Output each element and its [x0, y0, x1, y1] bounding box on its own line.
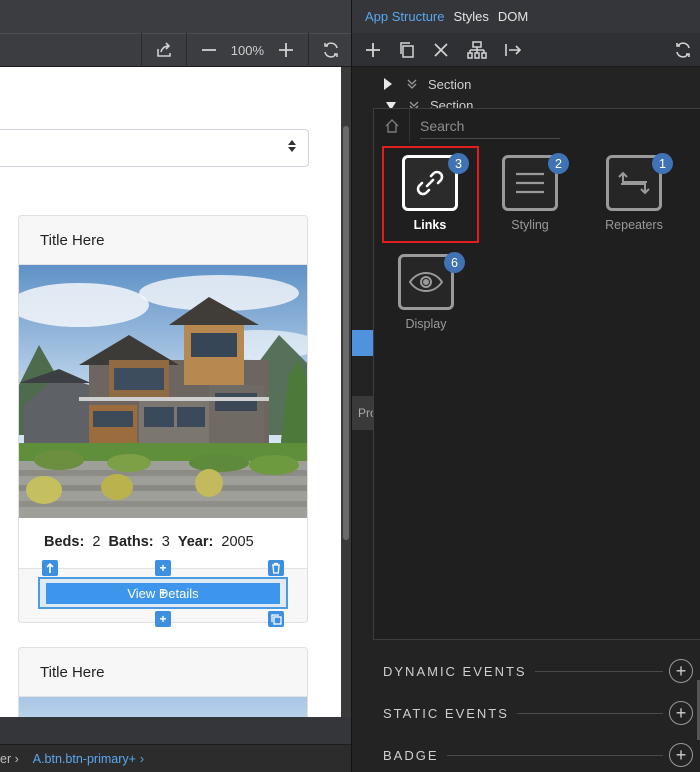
home-button[interactable] — [374, 109, 410, 143]
share-button[interactable] — [152, 38, 176, 62]
close-icon — [434, 43, 448, 57]
left-top-strip — [0, 0, 351, 33]
divider — [446, 754, 663, 756]
year-value: 2005 — [221, 534, 254, 550]
count-badge: 2 — [548, 153, 569, 174]
category-picker-popup: Links 3 Styling 2 Repeaters 1 — [373, 108, 700, 640]
plus-icon — [279, 43, 293, 57]
insert-above-handle[interactable]: + — [155, 560, 171, 576]
year-label: Year: — [177, 534, 214, 550]
arrow-right-bar-icon — [505, 44, 522, 56]
house-image — [19, 265, 307, 518]
hierarchy-icon — [467, 41, 487, 59]
copy-button[interactable] — [395, 38, 419, 62]
plus-icon: + — [159, 561, 167, 575]
section-title: DYNAMIC EVENTS — [383, 663, 527, 679]
tab-dom[interactable]: DOM — [498, 9, 528, 24]
properties-tab-stub[interactable]: Pro — [352, 396, 377, 430]
panel-tabs: App Structure Styles DOM — [352, 0, 700, 33]
toolbar-divider — [308, 33, 309, 67]
toolbar-divider — [185, 33, 187, 67]
category-label: Links — [413, 218, 447, 232]
section-title: BADGE — [383, 747, 439, 763]
move-to-button[interactable] — [501, 38, 525, 62]
baths-value: 3 — [161, 534, 170, 550]
selected-row-marker — [352, 330, 373, 356]
trash-icon — [272, 562, 280, 574]
divider — [534, 670, 663, 672]
breadcrumb-next[interactable]: › — [140, 752, 144, 766]
tab-app-structure[interactable]: App Structure — [365, 9, 445, 24]
copy-icon — [400, 42, 414, 58]
refresh-icon — [676, 42, 690, 58]
tree-item-label: Section — [428, 76, 472, 92]
breadcrumb-parent[interactable]: er › — [0, 752, 19, 766]
insert-inside-handle[interactable]: + — [155, 585, 171, 601]
section-badge[interactable]: BADGE + — [352, 734, 700, 772]
delete-button[interactable] — [429, 38, 453, 62]
plus-icon: + — [159, 612, 167, 626]
app-window: 100% Title Here Beds: 2 Baths: 3 Year: 2… — [0, 0, 700, 772]
count-badge: 6 — [444, 252, 465, 273]
section-static-events[interactable]: STATIC EVENTS + — [352, 692, 700, 734]
zoom-in-button[interactable] — [274, 38, 298, 62]
canvas-toolbar: 100% — [0, 33, 351, 67]
refresh-button[interactable] — [319, 38, 343, 62]
select-parent-handle[interactable] — [42, 560, 58, 576]
refresh-button[interactable] — [671, 38, 695, 62]
divider — [516, 712, 663, 714]
section-title: STATIC EVENTS — [383, 705, 509, 721]
hierarchy-button[interactable] — [465, 38, 489, 62]
category-styling[interactable]: Styling 2 — [480, 153, 580, 251]
copy-icon — [270, 613, 282, 625]
caret-right-icon[interactable] — [384, 78, 392, 90]
add-circle-icon[interactable]: + — [669, 701, 693, 725]
insert-below-handle[interactable]: + — [155, 611, 171, 627]
card-title: Title Here — [19, 648, 307, 697]
house-image — [19, 697, 307, 717]
tab-styles[interactable]: Styles — [454, 9, 489, 24]
card-title: Title Here — [19, 216, 307, 265]
toolbar-divider — [140, 33, 142, 67]
count-badge: 3 — [448, 153, 469, 174]
plus-icon: + — [159, 586, 167, 600]
category-label: Repeaters — [605, 218, 663, 232]
right-panel: App Structure Styles DOM Section Section… — [351, 0, 700, 772]
add-circle-icon[interactable]: + — [669, 743, 693, 767]
arrow-up-icon — [46, 562, 54, 573]
chevron-double-down-icon — [407, 79, 417, 89]
category-label: Styling — [511, 218, 549, 232]
breadcrumb: er › A.btn.btn-primary+ › — [0, 744, 351, 772]
plus-icon — [366, 43, 380, 57]
beds-label: Beds: — [44, 534, 85, 550]
category-label: Display — [405, 317, 447, 331]
section-dynamic-events[interactable]: DYNAMIC EVENTS + — [352, 650, 700, 692]
add-button[interactable] — [361, 38, 385, 62]
delete-handle[interactable] — [268, 560, 284, 576]
share-icon — [156, 42, 171, 57]
structure-toolbar — [352, 33, 700, 67]
popup-search-row — [374, 109, 700, 143]
property-card[interactable]: Title Here — [18, 647, 308, 717]
minus-icon — [201, 49, 216, 51]
search-input[interactable] — [420, 113, 560, 139]
refresh-icon — [324, 42, 338, 58]
status-strip — [0, 717, 351, 744]
zoom-level: 100% — [230, 42, 264, 58]
beds-value: 2 — [92, 534, 101, 550]
baths-label: Baths: — [108, 534, 154, 550]
category-repeaters[interactable]: Repeaters 1 — [584, 153, 684, 251]
home-icon — [385, 119, 398, 133]
tree-item-section[interactable]: Section — [352, 72, 700, 96]
breadcrumb-current[interactable]: A.btn.btn-primary+ — [33, 752, 136, 766]
zoom-out-button[interactable] — [197, 38, 221, 62]
canvas-scrollbar-thumb[interactable] — [343, 126, 349, 540]
select-arrows-icon — [288, 140, 296, 153]
category-display[interactable]: Display 6 — [376, 252, 476, 350]
add-circle-icon[interactable]: + — [669, 659, 693, 683]
count-badge: 1 — [652, 153, 673, 174]
duplicate-handle[interactable] — [268, 611, 284, 627]
sort-select[interactable] — [0, 129, 309, 167]
category-links[interactable]: Links 3 — [380, 153, 480, 251]
